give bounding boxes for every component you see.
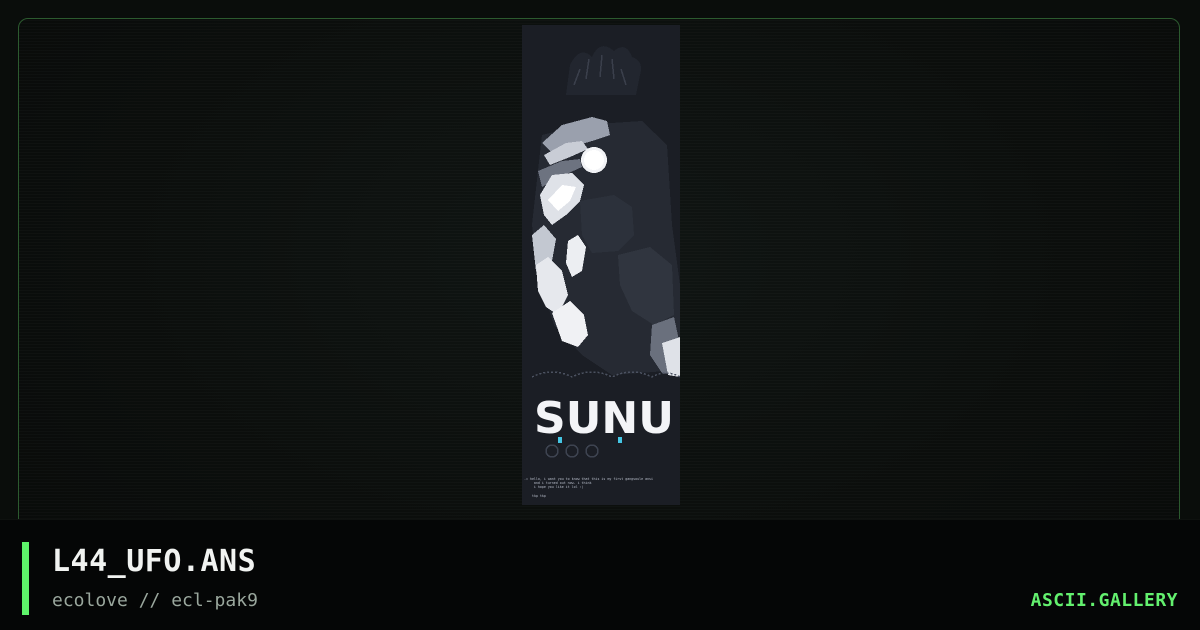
info-bar: L44_UFO.ANS ecolove // ecl-pak9 ASCII.GA… [0,519,1200,630]
site-brand-link[interactable]: ASCII.GALLERY [1031,590,1178,611]
caption-signature: tkp tkp [532,493,546,498]
accent-bar [22,542,29,615]
artwork-caption: -= hello, i want you to know that this i… [524,477,678,498]
ansi-artwork-preview[interactable]: SUNU -= hello, i want you to know that t… [522,25,680,505]
file-title: L44_UFO.ANS [52,544,257,579]
artist-pack-label: ecolove // ecl-pak9 [52,590,258,611]
caption-line: i hope you like it lol :) [524,485,584,490]
artwork-image: SUNU [522,25,680,475]
